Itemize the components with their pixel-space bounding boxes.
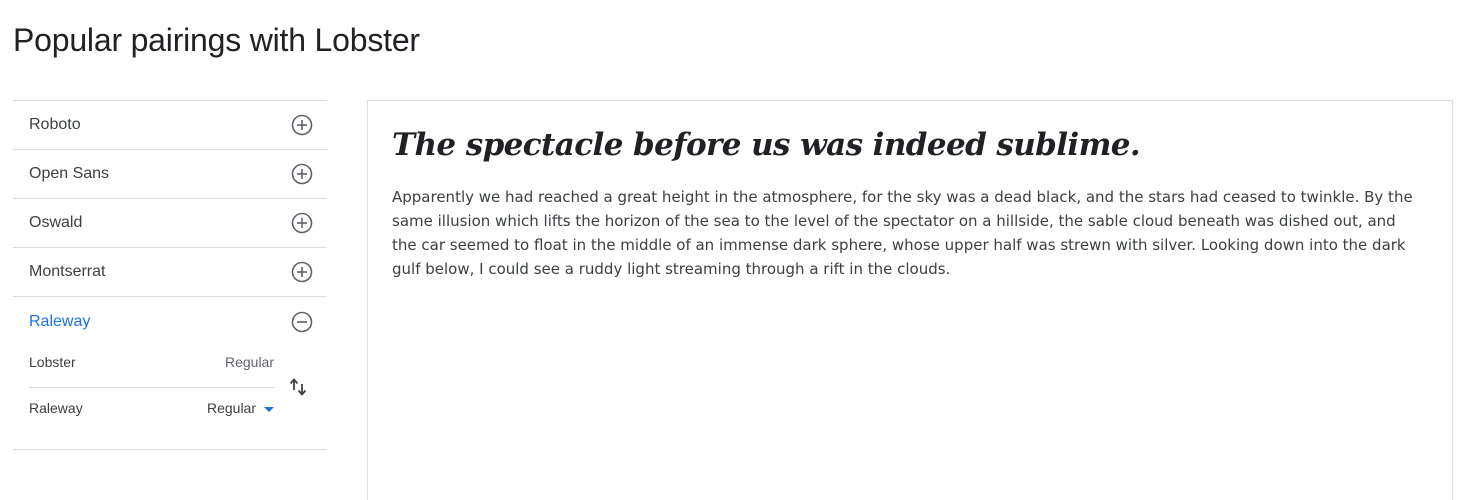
- pairing-item-label: Raleway: [29, 312, 91, 330]
- pairing-item-raleway[interactable]: Raleway: [13, 297, 327, 346]
- pairing-item-label: Open Sans: [29, 165, 110, 182]
- pairing-item-montserrat[interactable]: Montserrat: [13, 248, 327, 297]
- body-font-name: Raleway: [29, 400, 83, 416]
- add-circle-icon[interactable]: [291, 114, 313, 136]
- pairing-item-label: Montserrat: [29, 263, 106, 280]
- body-font-row: Raleway Regular: [29, 400, 274, 416]
- heading-font-row: Lobster Regular: [29, 354, 274, 370]
- pairing-preview: The spectacle before us was indeed subli…: [367, 100, 1453, 500]
- add-circle-icon[interactable]: [291, 163, 313, 185]
- body-style-value: Regular: [206, 400, 256, 416]
- pairing-details: Lobster Regular Raleway Regular: [13, 346, 327, 450]
- add-circle-icon[interactable]: [291, 261, 313, 283]
- swap-vertical-icon[interactable]: [289, 377, 307, 397]
- preview-body-text: Apparently we had reached a great height…: [392, 188, 1413, 278]
- heading-font-style: Regular: [224, 354, 274, 370]
- page-title: Popular pairings with Lobster: [13, 22, 420, 58]
- body-style-dropdown[interactable]: Regular: [207, 400, 274, 416]
- remove-circle-icon[interactable]: [291, 311, 313, 333]
- font-pairing-list: Roboto Open Sans Oswald Montserrat Ralew…: [13, 100, 327, 450]
- pairing-item-oswald[interactable]: Oswald: [13, 199, 327, 248]
- add-circle-icon[interactable]: [291, 212, 313, 234]
- dropdown-arrow-icon: [264, 400, 274, 416]
- preview-heading: The spectacle before us was indeed subli…: [392, 127, 1141, 163]
- pairing-item-open-sans[interactable]: Open Sans: [13, 150, 327, 199]
- heading-font-name: Lobster: [29, 354, 76, 370]
- pairing-item-label: Roboto: [29, 116, 81, 133]
- pairing-item-roboto[interactable]: Roboto: [13, 101, 327, 150]
- pairing-divider: [29, 387, 274, 388]
- pairing-item-label: Oswald: [29, 214, 83, 231]
